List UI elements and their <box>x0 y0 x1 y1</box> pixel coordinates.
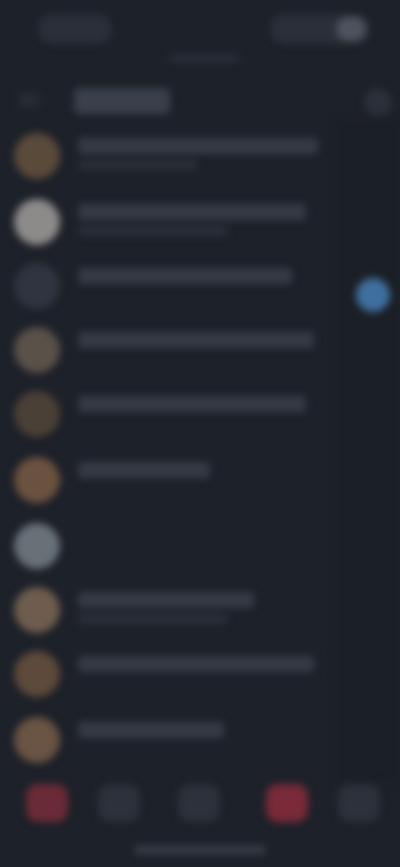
home-icon[interactable] <box>26 784 68 822</box>
item-subtitle-placeholder <box>78 226 228 236</box>
avatar <box>14 587 60 633</box>
item-title-placeholder <box>78 722 224 738</box>
options-icon[interactable] <box>364 88 392 116</box>
side-column <box>336 120 400 780</box>
search-icon[interactable] <box>98 784 140 822</box>
avatar <box>14 523 60 569</box>
bottom-nav <box>0 776 400 836</box>
plus-icon[interactable] <box>178 784 220 822</box>
avatar <box>14 133 60 179</box>
item-title-placeholder <box>78 462 210 478</box>
list-item[interactable] <box>0 128 336 190</box>
list-item[interactable] <box>0 452 336 514</box>
list-item[interactable] <box>0 386 336 448</box>
top-bar <box>0 0 400 62</box>
item-title-placeholder <box>78 656 314 672</box>
item-title-placeholder <box>78 268 292 284</box>
list-item[interactable] <box>0 518 336 580</box>
item-title-placeholder <box>78 204 306 220</box>
unread-badge <box>356 278 390 312</box>
top-right-toggle[interactable] <box>270 14 370 44</box>
list-item[interactable] <box>0 322 336 384</box>
item-subtitle-placeholder <box>78 160 198 170</box>
toggle-knob <box>336 17 366 41</box>
item-subtitle-placeholder <box>78 614 228 624</box>
avatar <box>14 199 60 245</box>
back-icon[interactable] <box>18 92 40 108</box>
heart-icon[interactable] <box>266 784 308 822</box>
top-left-button[interactable] <box>38 14 112 44</box>
item-title-placeholder <box>78 396 306 412</box>
item-title-placeholder <box>78 332 314 348</box>
list-item[interactable] <box>0 582 336 644</box>
top-subtitle-placeholder <box>168 55 240 62</box>
item-title-placeholder <box>78 592 254 608</box>
avatar <box>14 263 60 309</box>
avatar <box>14 457 60 503</box>
home-indicator[interactable] <box>134 846 266 854</box>
list-item[interactable] <box>0 646 336 708</box>
avatar <box>14 717 60 763</box>
list-item[interactable] <box>0 258 336 320</box>
item-title-placeholder <box>78 138 318 154</box>
avatar <box>14 651 60 697</box>
avatar <box>14 391 60 437</box>
avatar <box>14 327 60 373</box>
list-item[interactable] <box>0 194 336 256</box>
page-title <box>74 88 170 114</box>
profile-icon[interactable] <box>338 784 380 822</box>
list-item[interactable] <box>0 712 336 774</box>
